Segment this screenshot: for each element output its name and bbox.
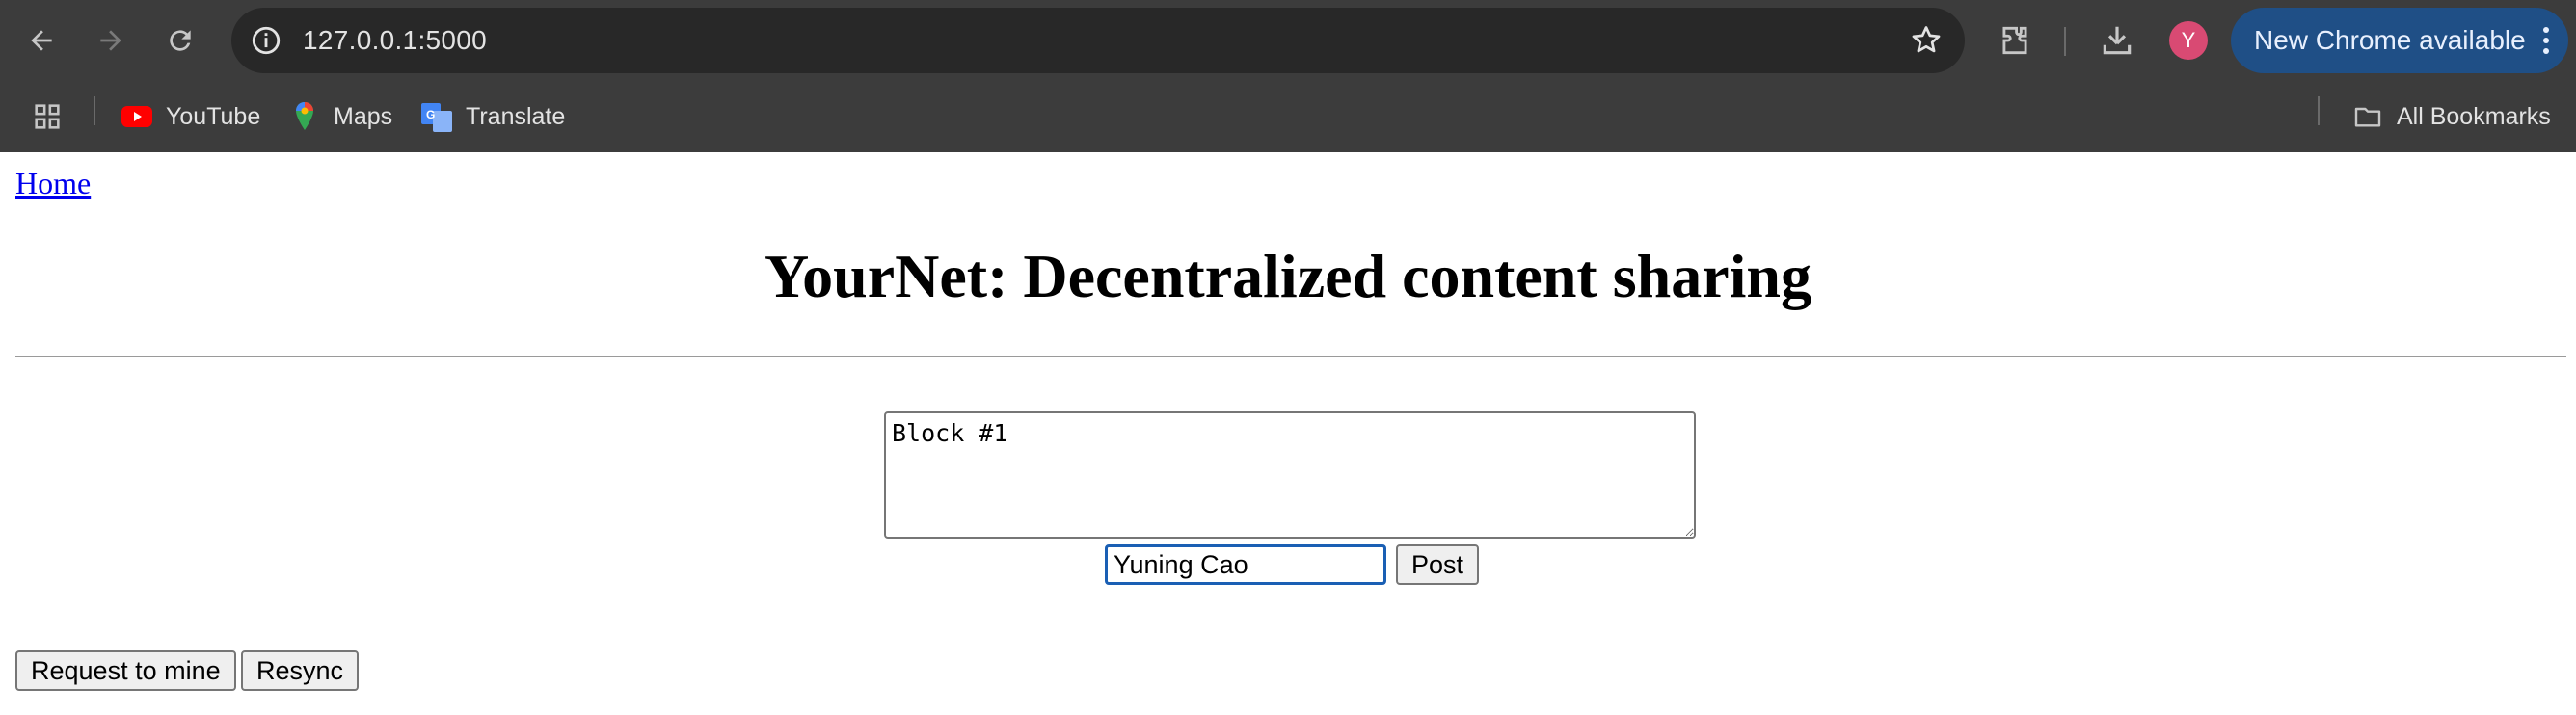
reload-icon xyxy=(170,30,191,51)
content-textarea[interactable]: Block #1 xyxy=(884,411,1696,539)
translate-icon: G xyxy=(421,101,452,132)
folder-icon xyxy=(2352,101,2383,132)
all-bookmarks-label: All Bookmarks xyxy=(2397,102,2551,130)
toolbar-divider xyxy=(2064,27,2066,56)
svg-text:G: G xyxy=(426,108,435,121)
author-input[interactable] xyxy=(1105,544,1386,585)
kebab-menu-icon[interactable] xyxy=(2541,25,2551,56)
arrow-left-icon xyxy=(31,30,52,51)
arrow-right-icon xyxy=(100,30,121,51)
divider xyxy=(15,356,2566,358)
browser-chrome: 127.0.0.1:5000 Y New Chrome available Yo… xyxy=(0,0,2576,152)
page-content: Home YourNet: Decentralized content shar… xyxy=(0,152,2576,715)
bookmark-label: Translate xyxy=(466,102,566,130)
url-text[interactable]: 127.0.0.1:5000 xyxy=(303,8,487,73)
page-title: YourNet: Decentralized content sharing xyxy=(765,242,1811,310)
apps-grid-icon[interactable] xyxy=(31,94,64,139)
bookmark-maps[interactable]: Maps xyxy=(289,94,392,139)
downloads-icon[interactable] xyxy=(2096,19,2138,62)
youtube-icon xyxy=(121,101,152,132)
extensions-icon[interactable] xyxy=(1994,19,2036,62)
post-button[interactable]: Post xyxy=(1396,544,1480,585)
resync-button[interactable]: Resync xyxy=(241,650,360,691)
bookmark-youtube[interactable]: YouTube xyxy=(121,94,260,139)
new-chrome-available-button[interactable]: New Chrome available xyxy=(2231,8,2568,73)
bookmark-label: Maps xyxy=(334,102,393,130)
bookmark-translate[interactable]: G Translate xyxy=(421,94,565,139)
profile-avatar[interactable]: Y xyxy=(2169,21,2208,60)
address-bar[interactable]: 127.0.0.1:5000 xyxy=(231,8,1965,73)
site-info-icon[interactable] xyxy=(247,21,285,60)
all-bookmarks-button[interactable]: All Bookmarks xyxy=(2352,94,2551,139)
browser-toolbar: 127.0.0.1:5000 Y New Chrome available xyxy=(0,0,2576,81)
maps-icon xyxy=(289,101,320,132)
bookmarks-divider xyxy=(2318,96,2320,125)
home-link[interactable]: Home xyxy=(15,166,91,201)
bookmark-star-icon[interactable] xyxy=(1909,23,1944,58)
request-to-mine-button[interactable]: Request to mine xyxy=(15,650,236,691)
update-label: New Chrome available xyxy=(2254,25,2526,55)
back-button[interactable] xyxy=(13,13,69,68)
bookmarks-bar: YouTube Maps G Translate All Bookmarks xyxy=(0,81,2576,152)
bookmarks-divider xyxy=(94,96,95,125)
forward-button[interactable] xyxy=(83,13,139,68)
reload-button[interactable] xyxy=(152,13,208,68)
bookmark-label: YouTube xyxy=(166,102,261,130)
